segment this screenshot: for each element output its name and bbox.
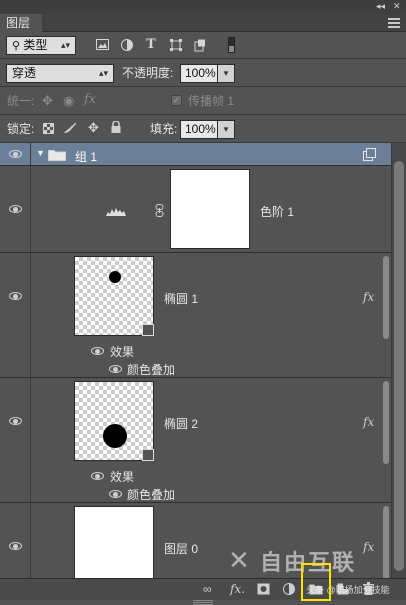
layer-name[interactable]: 色阶 1	[260, 203, 294, 220]
lock-transparent-icon[interactable]	[43, 123, 54, 137]
collapse-panel-icon[interactable]: ◂◂	[376, 1, 385, 11]
highlight-annotation-box	[301, 563, 331, 601]
filter-kind-label: 类型	[23, 38, 48, 52]
layer-thumbnail[interactable]	[74, 506, 154, 578]
chevron-down-icon[interactable]: ▾	[217, 120, 235, 139]
scrollbar-thumb[interactable]	[394, 161, 404, 571]
eye-icon[interactable]	[9, 150, 22, 158]
layers-list: ▼ 组 1 色阶 1 椭圆 1 fx 效果 颜色叠加 椭圆 2 fx 效果 颜色…	[0, 143, 391, 578]
filter-toggle-switch[interactable]	[228, 37, 235, 53]
visibility-column	[0, 143, 31, 165]
tab-layers[interactable]: 图层	[0, 14, 42, 32]
filter-kind-select[interactable]: ⚲ 类型 ▴▾	[6, 36, 76, 55]
lock-label: 锁定:	[7, 122, 35, 136]
eye-icon[interactable]	[9, 542, 22, 550]
propagate-checkbox[interactable]: ✓	[171, 95, 182, 106]
blend-mode-value: 穿透	[12, 66, 37, 80]
smart-object-filter-icon[interactable]	[193, 39, 207, 55]
visibility-column	[0, 503, 31, 578]
effect-name[interactable]: 颜色叠加	[127, 361, 175, 378]
watermark-logo-icon: ✕	[228, 545, 250, 575]
lock-pixels-brush-icon[interactable]	[63, 122, 77, 137]
layer-name[interactable]: 椭圆 1	[164, 290, 198, 307]
add-mask-icon[interactable]	[257, 583, 270, 598]
shape-filter-icon[interactable]	[169, 39, 183, 54]
unify-visibility-icon[interactable]: ◉	[63, 94, 74, 108]
eye-icon[interactable]	[91, 347, 104, 355]
unify-position-icon[interactable]: ✥	[42, 94, 53, 108]
opacity-value: 100%	[185, 66, 216, 80]
layer-fx-icon[interactable]: fx	[363, 290, 374, 304]
layers-scrollbar[interactable]	[391, 143, 406, 578]
effects-label[interactable]: 效果	[110, 343, 134, 360]
artboard-frame-icon[interactable]	[363, 148, 377, 164]
eye-icon[interactable]	[9, 292, 22, 300]
row-scroll-thumb[interactable]	[383, 256, 389, 339]
new-adjustment-layer-icon[interactable]	[283, 583, 295, 598]
layer-fx-icon[interactable]: fx	[363, 415, 374, 429]
adjustment-filter-icon[interactable]	[120, 39, 134, 54]
link-layers-icon[interactable]: ∞	[203, 582, 212, 596]
propagate-label: 传播帧 1	[188, 94, 235, 108]
blend-row: 穿透 ▴▾ 不透明度: 100% ▾	[0, 59, 406, 87]
disclosure-triangle-icon[interactable]: ▼	[36, 148, 45, 158]
layer-mask-thumbnail[interactable]	[170, 169, 250, 249]
visibility-column	[0, 253, 31, 377]
layer-name[interactable]: 组 1	[75, 148, 97, 165]
opacity-label: 不透明度:	[122, 66, 174, 80]
add-style-fx-button[interactable]: fx.	[230, 582, 245, 596]
filter-row: ⚲ 类型 ▴▾ T	[0, 33, 406, 59]
unify-label: 统一:	[7, 94, 35, 108]
fill-input[interactable]: 100% ▾	[180, 120, 235, 139]
mask-link-icon[interactable]	[155, 204, 164, 220]
layer-name[interactable]: 图层 0	[164, 540, 198, 557]
fill-value: 100%	[185, 122, 216, 136]
visibility-column	[0, 378, 31, 502]
chevron-down-icon[interactable]: ▾	[217, 64, 235, 83]
shape-badge-icon	[142, 449, 154, 461]
eye-icon[interactable]	[9, 417, 22, 425]
folder-icon	[48, 148, 66, 164]
layer-thumbnail[interactable]	[74, 381, 154, 461]
unify-style-icon[interactable]: fx	[84, 93, 96, 107]
opacity-input[interactable]: 100% ▾	[180, 64, 235, 83]
type-filter-icon[interactable]: T	[144, 38, 158, 52]
layer-row-group[interactable]: ▼ 组 1	[0, 143, 391, 166]
lock-position-move-icon[interactable]: ✥	[88, 121, 99, 135]
panel-resize-grip[interactable]	[193, 600, 213, 605]
panel-menu-icon[interactable]	[388, 18, 400, 28]
unify-row: 统一: ✥ ◉ fx ✓ 传播帧 1	[0, 87, 406, 115]
layer-row-ellipse-1[interactable]: 椭圆 1 fx 效果 颜色叠加	[0, 253, 391, 378]
layer-row-ellipse-2[interactable]: 椭圆 2 fx 效果 颜色叠加	[0, 378, 391, 503]
eye-icon[interactable]	[109, 365, 122, 373]
chevron-updown-icon: ▴▾	[60, 40, 70, 50]
levels-histogram-icon	[106, 205, 126, 219]
shape-badge-icon	[142, 324, 154, 336]
lock-all-icon[interactable]	[111, 120, 121, 136]
panel-titlebar: ◂◂ ✕	[0, 0, 406, 14]
layer-thumbnail[interactable]	[74, 256, 154, 336]
panel-tabbar: 图层	[0, 14, 406, 32]
chevron-updown-icon: ▴▾	[98, 68, 108, 78]
layer-name[interactable]: 椭圆 2	[164, 415, 198, 432]
image-filter-icon[interactable]	[95, 39, 109, 53]
ellipse-shape	[103, 424, 127, 448]
close-panel-icon[interactable]: ✕	[393, 1, 401, 11]
visibility-column	[0, 166, 31, 252]
lock-row: 锁定: ✥ 填充: 100% ▾	[0, 115, 406, 143]
fill-label: 填充:	[150, 122, 178, 136]
eye-icon[interactable]	[9, 205, 22, 213]
effect-name[interactable]: 颜色叠加	[127, 486, 175, 503]
blend-mode-select[interactable]: 穿透 ▴▾	[6, 64, 114, 83]
effects-label[interactable]: 效果	[110, 468, 134, 485]
row-scroll-thumb[interactable]	[383, 381, 389, 464]
eye-icon[interactable]	[109, 490, 122, 498]
layer-row-levels[interactable]: 色阶 1	[0, 166, 391, 253]
search-icon: ⚲	[12, 40, 21, 52]
eye-icon[interactable]	[91, 472, 104, 480]
ellipse-shape	[109, 271, 121, 283]
